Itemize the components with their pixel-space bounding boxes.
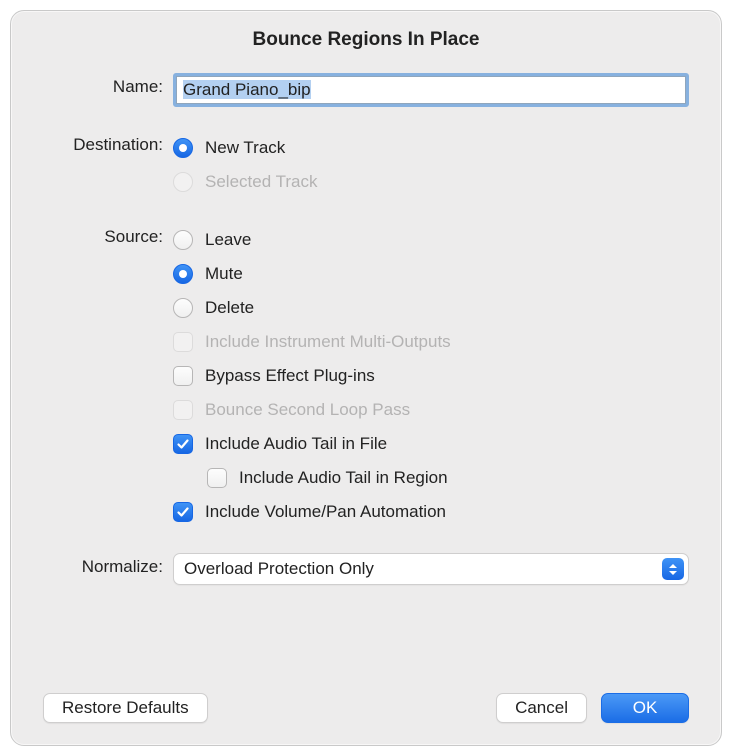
source-checkbox-include-multi-outputs: Include Instrument Multi-Outputs (173, 325, 689, 359)
normalize-popup[interactable]: Overload Protection Only (173, 553, 689, 585)
popup-arrows-icon (662, 558, 684, 580)
radio-icon (173, 298, 193, 318)
dialog-title: Bounce Regions In Place (253, 29, 480, 50)
radio-icon (173, 172, 193, 192)
destination-option-new-track[interactable]: New Track (173, 131, 689, 165)
source-checkbox-bypass-fx[interactable]: Bypass Effect Plug-ins (173, 359, 689, 393)
destination-option-selected-track: Selected Track (173, 165, 689, 199)
option-label: Bounce Second Loop Pass (205, 400, 410, 420)
dialog-titlebar: Bounce Regions In Place (11, 11, 721, 65)
option-label: Selected Track (205, 172, 317, 192)
source-option-mute[interactable]: Mute (173, 257, 689, 291)
source-option-leave[interactable]: Leave (173, 223, 689, 257)
checkbox-icon (173, 400, 193, 420)
destination-label: Destination: (43, 131, 173, 155)
checkbox-icon (207, 468, 227, 488)
radio-icon (173, 138, 193, 158)
restore-defaults-button[interactable]: Restore Defaults (43, 693, 208, 723)
source-checkbox-vol-pan-auto[interactable]: Include Volume/Pan Automation (173, 495, 689, 529)
name-input[interactable]: Grand Piano_bip (176, 76, 686, 104)
radio-icon (173, 264, 193, 284)
checkbox-icon (173, 434, 193, 454)
option-label: Bypass Effect Plug-ins (205, 366, 375, 386)
name-label: Name: (43, 73, 173, 97)
checkbox-icon (173, 502, 193, 522)
cancel-button[interactable]: Cancel (496, 693, 587, 723)
checkbox-icon (173, 366, 193, 386)
option-label: Include Audio Tail in File (205, 434, 387, 454)
radio-icon (173, 230, 193, 250)
dialog-button-bar: Restore Defaults Cancel OK (11, 693, 721, 723)
source-checkbox-tail-in-file[interactable]: Include Audio Tail in File (173, 427, 689, 461)
option-label: Mute (205, 264, 243, 284)
normalize-value: Overload Protection Only (184, 559, 374, 579)
option-label: Include Instrument Multi-Outputs (205, 332, 451, 352)
option-label: New Track (205, 138, 285, 158)
option-label: Leave (205, 230, 251, 250)
source-option-delete[interactable]: Delete (173, 291, 689, 325)
bounce-regions-dialog: Bounce Regions In Place Name: Grand Pian… (10, 10, 722, 746)
option-label: Include Volume/Pan Automation (205, 502, 446, 522)
source-label: Source: (43, 223, 173, 247)
normalize-label: Normalize: (43, 553, 173, 577)
option-label: Include Audio Tail in Region (239, 468, 448, 488)
checkbox-icon (173, 332, 193, 352)
source-checkbox-second-loop: Bounce Second Loop Pass (173, 393, 689, 427)
ok-button[interactable]: OK (601, 693, 689, 723)
option-label: Delete (205, 298, 254, 318)
source-checkbox-tail-in-region[interactable]: Include Audio Tail in Region (173, 461, 689, 495)
